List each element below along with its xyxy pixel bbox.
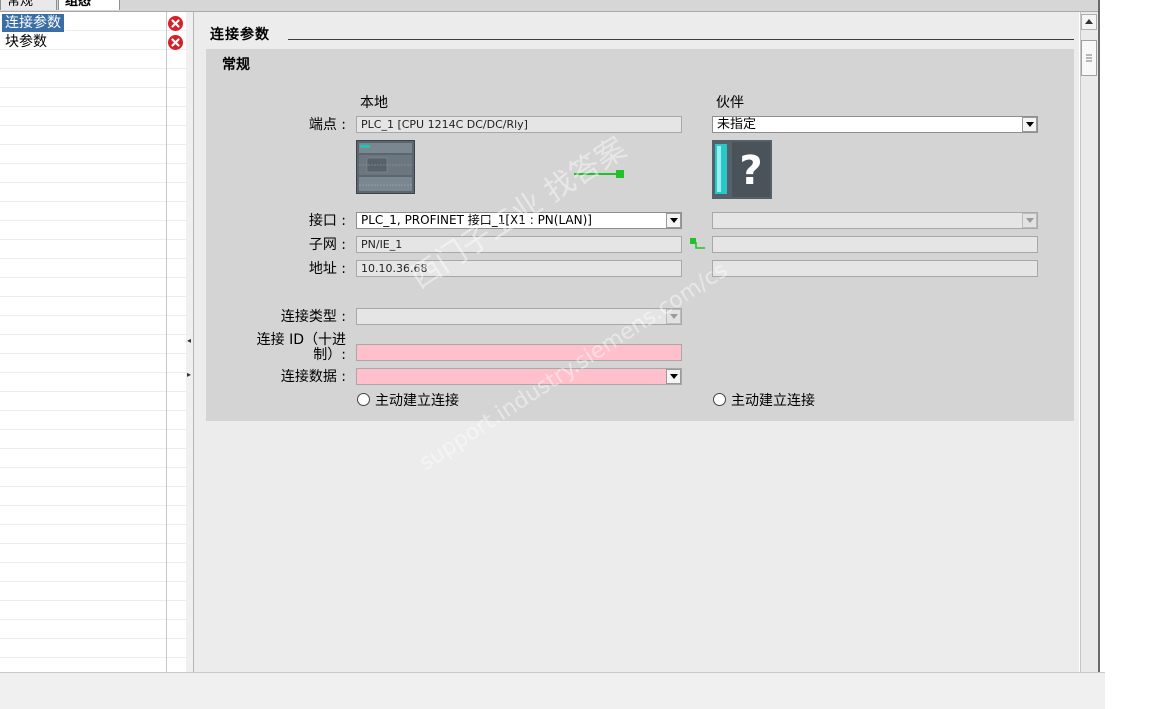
- tab-general[interactable]: 常规: [0, 0, 57, 10]
- local-subnet-field: PN/IE_1: [356, 236, 682, 253]
- partner-active-connect-radio[interactable]: [713, 393, 726, 406]
- subnet-link-icon: [690, 237, 706, 251]
- tree-item-block-params[interactable]: 块参数: [2, 33, 50, 51]
- partner-interface-select: [712, 212, 1038, 229]
- collapse-left-icon[interactable]: ◂: [187, 336, 192, 346]
- connection-id-input[interactable]: [356, 344, 682, 361]
- chevron-down-icon[interactable]: [1022, 117, 1037, 132]
- group-title: 常规: [222, 57, 250, 73]
- connection-id-label-cont: 制）:: [313, 347, 346, 363]
- status-bar: [0, 672, 1105, 709]
- chevron-down-icon: [666, 309, 681, 324]
- tree-status-column: [166, 12, 188, 672]
- connection-type-select: [356, 308, 682, 325]
- local-interface-select[interactable]: PLC_1, PROFINET 接口_1[X1 : PN(LAN)]: [356, 212, 682, 229]
- address-label: 地址 :: [308, 261, 346, 277]
- svg-text:?: ?: [739, 148, 762, 194]
- chevron-down-icon[interactable]: [666, 213, 681, 228]
- local-active-connect-radio[interactable]: [357, 393, 370, 406]
- parameter-tree: [0, 12, 166, 672]
- connection-id-label: 连接 ID（十进: [256, 332, 346, 348]
- partner-address-field: [712, 260, 1038, 277]
- connection-link-icon: [574, 168, 624, 178]
- local-active-connect-label: 主动建立连接: [375, 393, 459, 409]
- connection-data-select[interactable]: [356, 368, 682, 385]
- general-group: [206, 49, 1074, 421]
- expand-right-icon[interactable]: ▸: [187, 370, 192, 380]
- connection-type-label: 连接类型 :: [280, 309, 346, 325]
- section-divider: [288, 39, 1074, 40]
- partner-endpoint-select[interactable]: 未指定: [712, 116, 1038, 133]
- plc-device-icon: [356, 140, 415, 194]
- interface-label: 接口 :: [308, 213, 346, 229]
- connection-data-label: 连接数据 :: [280, 369, 346, 385]
- tab-bar: [0, 0, 1099, 12]
- window-border: [1098, 0, 1100, 672]
- endpoint-label: 端点 :: [308, 117, 346, 133]
- column-local: 本地: [360, 95, 388, 111]
- scroll-up-button[interactable]: [1081, 14, 1097, 30]
- local-endpoint-field: PLC_1 [CPU 1214C DC/DC/Rly]: [356, 116, 682, 133]
- column-partner: 伙伴: [716, 95, 744, 111]
- scroll-thumb[interactable]: [1081, 40, 1097, 76]
- chevron-down-icon[interactable]: [666, 369, 681, 384]
- error-icon: [168, 35, 183, 50]
- partner-subnet-field: [712, 236, 1038, 253]
- chevron-down-icon: [1022, 213, 1037, 228]
- vertical-scrollbar[interactable]: [1080, 12, 1099, 672]
- subnet-label: 子网 :: [308, 237, 346, 253]
- partner-active-connect-label: 主动建立连接: [731, 393, 815, 409]
- unknown-device-icon: ?: [712, 140, 772, 199]
- section-title: 连接参数: [210, 27, 270, 43]
- error-icon: [168, 16, 183, 31]
- local-address-field: 10.10.36.68: [356, 260, 682, 277]
- tab-configuration[interactable]: 组态: [58, 0, 120, 10]
- tree-item-connection-params[interactable]: 连接参数: [1, 13, 65, 33]
